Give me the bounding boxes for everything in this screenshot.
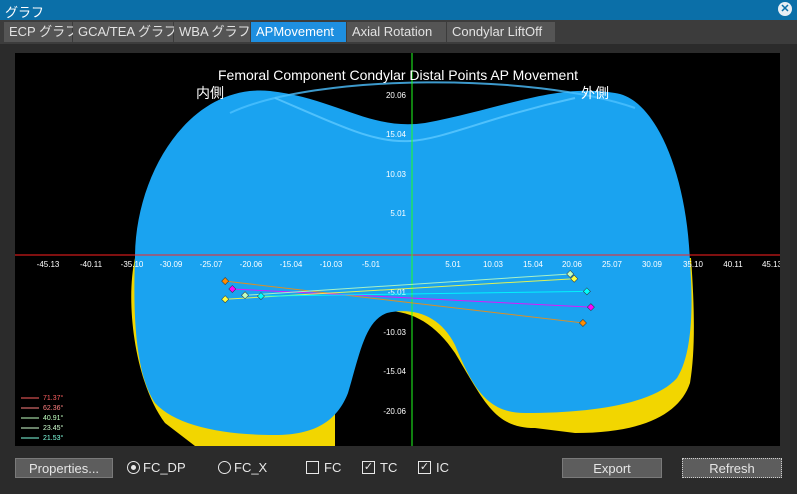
window-title: グラフ: [5, 5, 45, 20]
medial-label: 内側: [196, 85, 224, 101]
close-icon[interactable]: ✕: [778, 2, 792, 16]
y-tick: -20.06: [383, 407, 406, 416]
legend-entry: 23.45°: [43, 424, 64, 432]
tab-condylar-liftoff[interactable]: Condylar LiftOff: [447, 22, 555, 42]
x-tick: 20.06: [562, 260, 583, 269]
window-titlebar: グラフ ✕: [0, 0, 797, 20]
x-tick: 10.03: [483, 260, 504, 269]
fc-x-label: FC_X: [234, 460, 268, 475]
bottom-toolbar: Properties... FC_DP FC_X FC ✓ TC ✓ IC Ex…: [0, 452, 797, 494]
y-tick: 20.06: [386, 91, 407, 100]
x-tick: -40.11: [80, 260, 103, 269]
x-tick: 25.07: [602, 260, 623, 269]
plot-area: Femoral Component Condylar Distal Points…: [15, 53, 780, 446]
x-tick: -45.13: [37, 260, 60, 269]
fc-dp-label: FC_DP: [143, 460, 186, 475]
x-tick: -25.07: [200, 260, 223, 269]
fc-dp-radio[interactable]: [127, 461, 140, 474]
tab-wba-graph[interactable]: WBA グラフ: [174, 22, 251, 42]
x-tick: 15.04: [523, 260, 544, 269]
x-tick: -30.09: [160, 260, 183, 269]
x-tick: 35.10: [683, 260, 704, 269]
y-tick: 15.04: [386, 130, 407, 139]
fc-checkbox-label: FC: [324, 460, 342, 475]
ic-checkbox-label: IC: [436, 460, 449, 475]
x-tick: 45.13: [762, 260, 780, 269]
chart-title: Femoral Component Condylar Distal Points…: [218, 67, 578, 83]
legend-entry: 62.36°: [43, 404, 64, 412]
legend-entry: 71.37°: [43, 394, 64, 402]
lateral-label: 外側: [581, 85, 609, 101]
tc-checkbox[interactable]: ✓: [362, 461, 375, 474]
tab-axial-rotation[interactable]: Axial Rotation: [347, 22, 446, 42]
ap-movement-chart: Femoral Component Condylar Distal Points…: [15, 53, 780, 446]
legend-entry: 40.91°: [43, 414, 64, 422]
export-button[interactable]: Export: [562, 458, 662, 478]
x-tick: 30.09: [642, 260, 663, 269]
y-tick: -15.04: [383, 367, 406, 376]
tab-ecp-graph[interactable]: ECP グラフ: [4, 22, 78, 42]
legend: 71.37° 62.36° 40.91° 23.45° 21.53°: [21, 394, 64, 442]
x-tick: 5.01: [445, 260, 461, 269]
x-tick: 40.11: [723, 260, 743, 269]
tab-gca-tea-graph[interactable]: GCA/TEA グラフ: [73, 22, 177, 42]
x-tick: -20.06: [240, 260, 263, 269]
x-tick: -5.01: [362, 260, 381, 269]
x-tick: -15.04: [280, 260, 303, 269]
fc-checkbox[interactable]: [306, 461, 319, 474]
x-tick: -10.03: [320, 260, 343, 269]
tab-apmovement[interactable]: APMovement: [251, 22, 346, 42]
y-tick: 5.01: [390, 209, 406, 218]
refresh-button[interactable]: Refresh: [682, 458, 782, 478]
ic-checkbox[interactable]: ✓: [418, 461, 431, 474]
tab-bar: ECP グラフ GCA/TEA グラフ WBA グラフ APMovement A…: [0, 20, 797, 44]
y-tick: -10.03: [383, 328, 406, 337]
x-tick: -35.10: [121, 260, 144, 269]
legend-entry: 21.53°: [43, 434, 64, 442]
properties-button[interactable]: Properties...: [15, 458, 113, 478]
y-tick: 10.03: [386, 170, 407, 179]
fc-x-radio[interactable]: [218, 461, 231, 474]
tc-checkbox-label: TC: [380, 460, 398, 475]
